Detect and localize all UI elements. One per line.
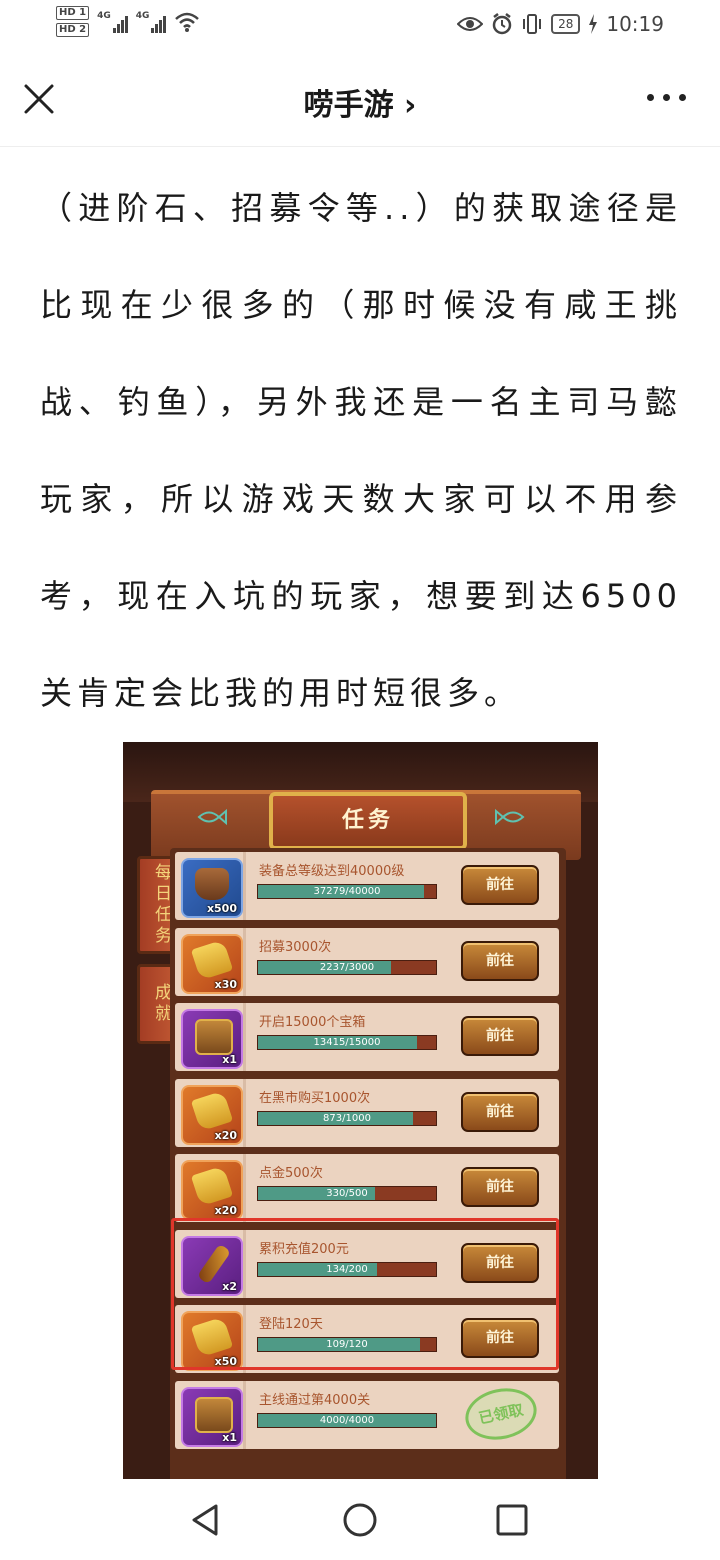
reward-icon: x20	[181, 1160, 243, 1220]
divider	[243, 1078, 246, 1147]
progress-text: 330/500	[326, 1188, 368, 1199]
reward-quantity: x20	[214, 1204, 237, 1217]
eye-icon	[457, 17, 484, 31]
reward-icon: x500	[181, 858, 243, 918]
battery-indicator: 28	[551, 14, 581, 34]
status-bar: HD 1 HD 2 4G 4G 28 10:19	[0, 0, 720, 54]
vibrate-icon	[523, 14, 542, 34]
page-title[interactable]: 唠手游 ›	[0, 80, 720, 124]
alarm-icon	[492, 13, 512, 35]
recents-icon[interactable]	[492, 1500, 532, 1540]
chest-icon	[195, 1396, 233, 1433]
signal1-icon: 4G	[97, 11, 128, 33]
go-button[interactable]: 前往	[461, 1167, 539, 1207]
reward-quantity: x20	[214, 1128, 237, 1142]
reward-quantity: x1	[222, 1430, 237, 1444]
signal2-icon: 4G	[136, 11, 167, 33]
go-button[interactable]: 前往	[461, 1091, 539, 1132]
task-name: 招募3000次	[259, 939, 332, 955]
back-icon[interactable]	[186, 1500, 226, 1540]
go-button[interactable]: 前往	[461, 865, 539, 905]
task-name: 装备总等级达到40000级	[259, 864, 405, 879]
progress-bar: 37279/40000	[257, 884, 437, 899]
task-row: x30 招募3000次 2237/3000 前往	[175, 927, 559, 996]
armor-icon	[195, 868, 229, 900]
reward-icon: x20	[181, 1084, 243, 1145]
status-right: 28 10:19	[457, 12, 664, 36]
reward-quantity: x1	[222, 1053, 237, 1066]
reward-icon: x1	[181, 1009, 243, 1069]
progress-bar: 13415/15000	[257, 1035, 437, 1050]
progress-bar: 4000/4000	[257, 1412, 437, 1428]
wifi-icon	[175, 12, 200, 32]
task-row: x1 主线通过第4000关 4000/4000 已领取	[175, 1380, 559, 1449]
nav-bar: 唠手游 ›	[0, 54, 720, 147]
game-screenshot: 任务 每日任务 成就 x500 装备总等级达到40000级 37279/40000 前…	[123, 742, 598, 1479]
task-title: 任务	[269, 792, 467, 850]
reward-icon: x1	[181, 1386, 243, 1447]
divider	[243, 1380, 246, 1449]
divider	[243, 927, 246, 996]
task-row: x1 开启15000个宝箱 13415/15000 前往	[175, 1003, 559, 1071]
scroll-icon	[190, 1165, 234, 1207]
reward-quantity: x30	[214, 977, 237, 991]
hd-indicators: HD 1 HD 2	[56, 6, 90, 37]
divider	[243, 1003, 246, 1071]
task-name: 开启15000个宝箱	[259, 1015, 366, 1030]
progress-bar: 330/500	[257, 1186, 437, 1201]
progress-bar: 2237/3000	[257, 959, 437, 975]
task-name: 点金500次	[259, 1166, 323, 1181]
article-body: （进阶石、招募令等..）的获取途径是比现在少很多的（那时候没有咸王挑战、钓鱼），…	[40, 160, 682, 742]
system-nav-bar	[0, 1480, 720, 1560]
divider	[243, 1154, 246, 1222]
task-list: x500 装备总等级达到40000级 37279/40000 前往 x30 招募3000次…	[170, 848, 566, 1479]
more-icon[interactable]	[647, 94, 686, 101]
divider	[243, 852, 246, 920]
go-button[interactable]: 前往	[461, 1016, 539, 1056]
scroll-icon	[190, 939, 234, 980]
progress-text: 873/1000	[323, 1112, 371, 1124]
task-name: 在黑市购买1000次	[259, 1090, 371, 1106]
clock: 10:19	[606, 12, 664, 36]
task-row: x20 点金500次 330/500 前往	[175, 1154, 559, 1222]
scroll-icon	[190, 1090, 234, 1131]
status-left: HD 1 HD 2 4G 4G	[56, 6, 200, 37]
go-button[interactable]: 前往	[461, 940, 539, 981]
hd2-badge: HD 2	[56, 23, 90, 37]
claimed-stamp: 已领取	[460, 1381, 542, 1446]
hd1-badge: HD 1	[56, 6, 90, 20]
chest-icon	[195, 1019, 233, 1055]
highlight-box	[171, 1218, 559, 1370]
progress-text: 13415/15000	[313, 1037, 381, 1048]
progress-text: 2237/3000	[319, 961, 375, 973]
article-paragraph: （进阶石、招募令等..）的获取途径是比现在少很多的（那时候没有咸王挑战、钓鱼），…	[40, 189, 682, 712]
progress-bar: 873/1000	[257, 1110, 437, 1126]
home-icon[interactable]	[340, 1500, 380, 1540]
task-row: x500 装备总等级达到40000级 37279/40000 前往	[175, 852, 559, 920]
reward-quantity: x500	[206, 902, 237, 915]
reward-icon: x30	[181, 933, 243, 994]
charging-icon	[589, 14, 598, 34]
fish-ornament-icon	[197, 808, 227, 826]
progress-text: 4000/4000	[319, 1414, 375, 1426]
task-row: x20 在黑市购买1000次 873/1000 前往	[175, 1078, 559, 1147]
progress-text: 37279/40000	[313, 886, 381, 897]
task-name: 主线通过第4000关	[259, 1392, 371, 1408]
fish-ornament-icon	[495, 808, 525, 826]
